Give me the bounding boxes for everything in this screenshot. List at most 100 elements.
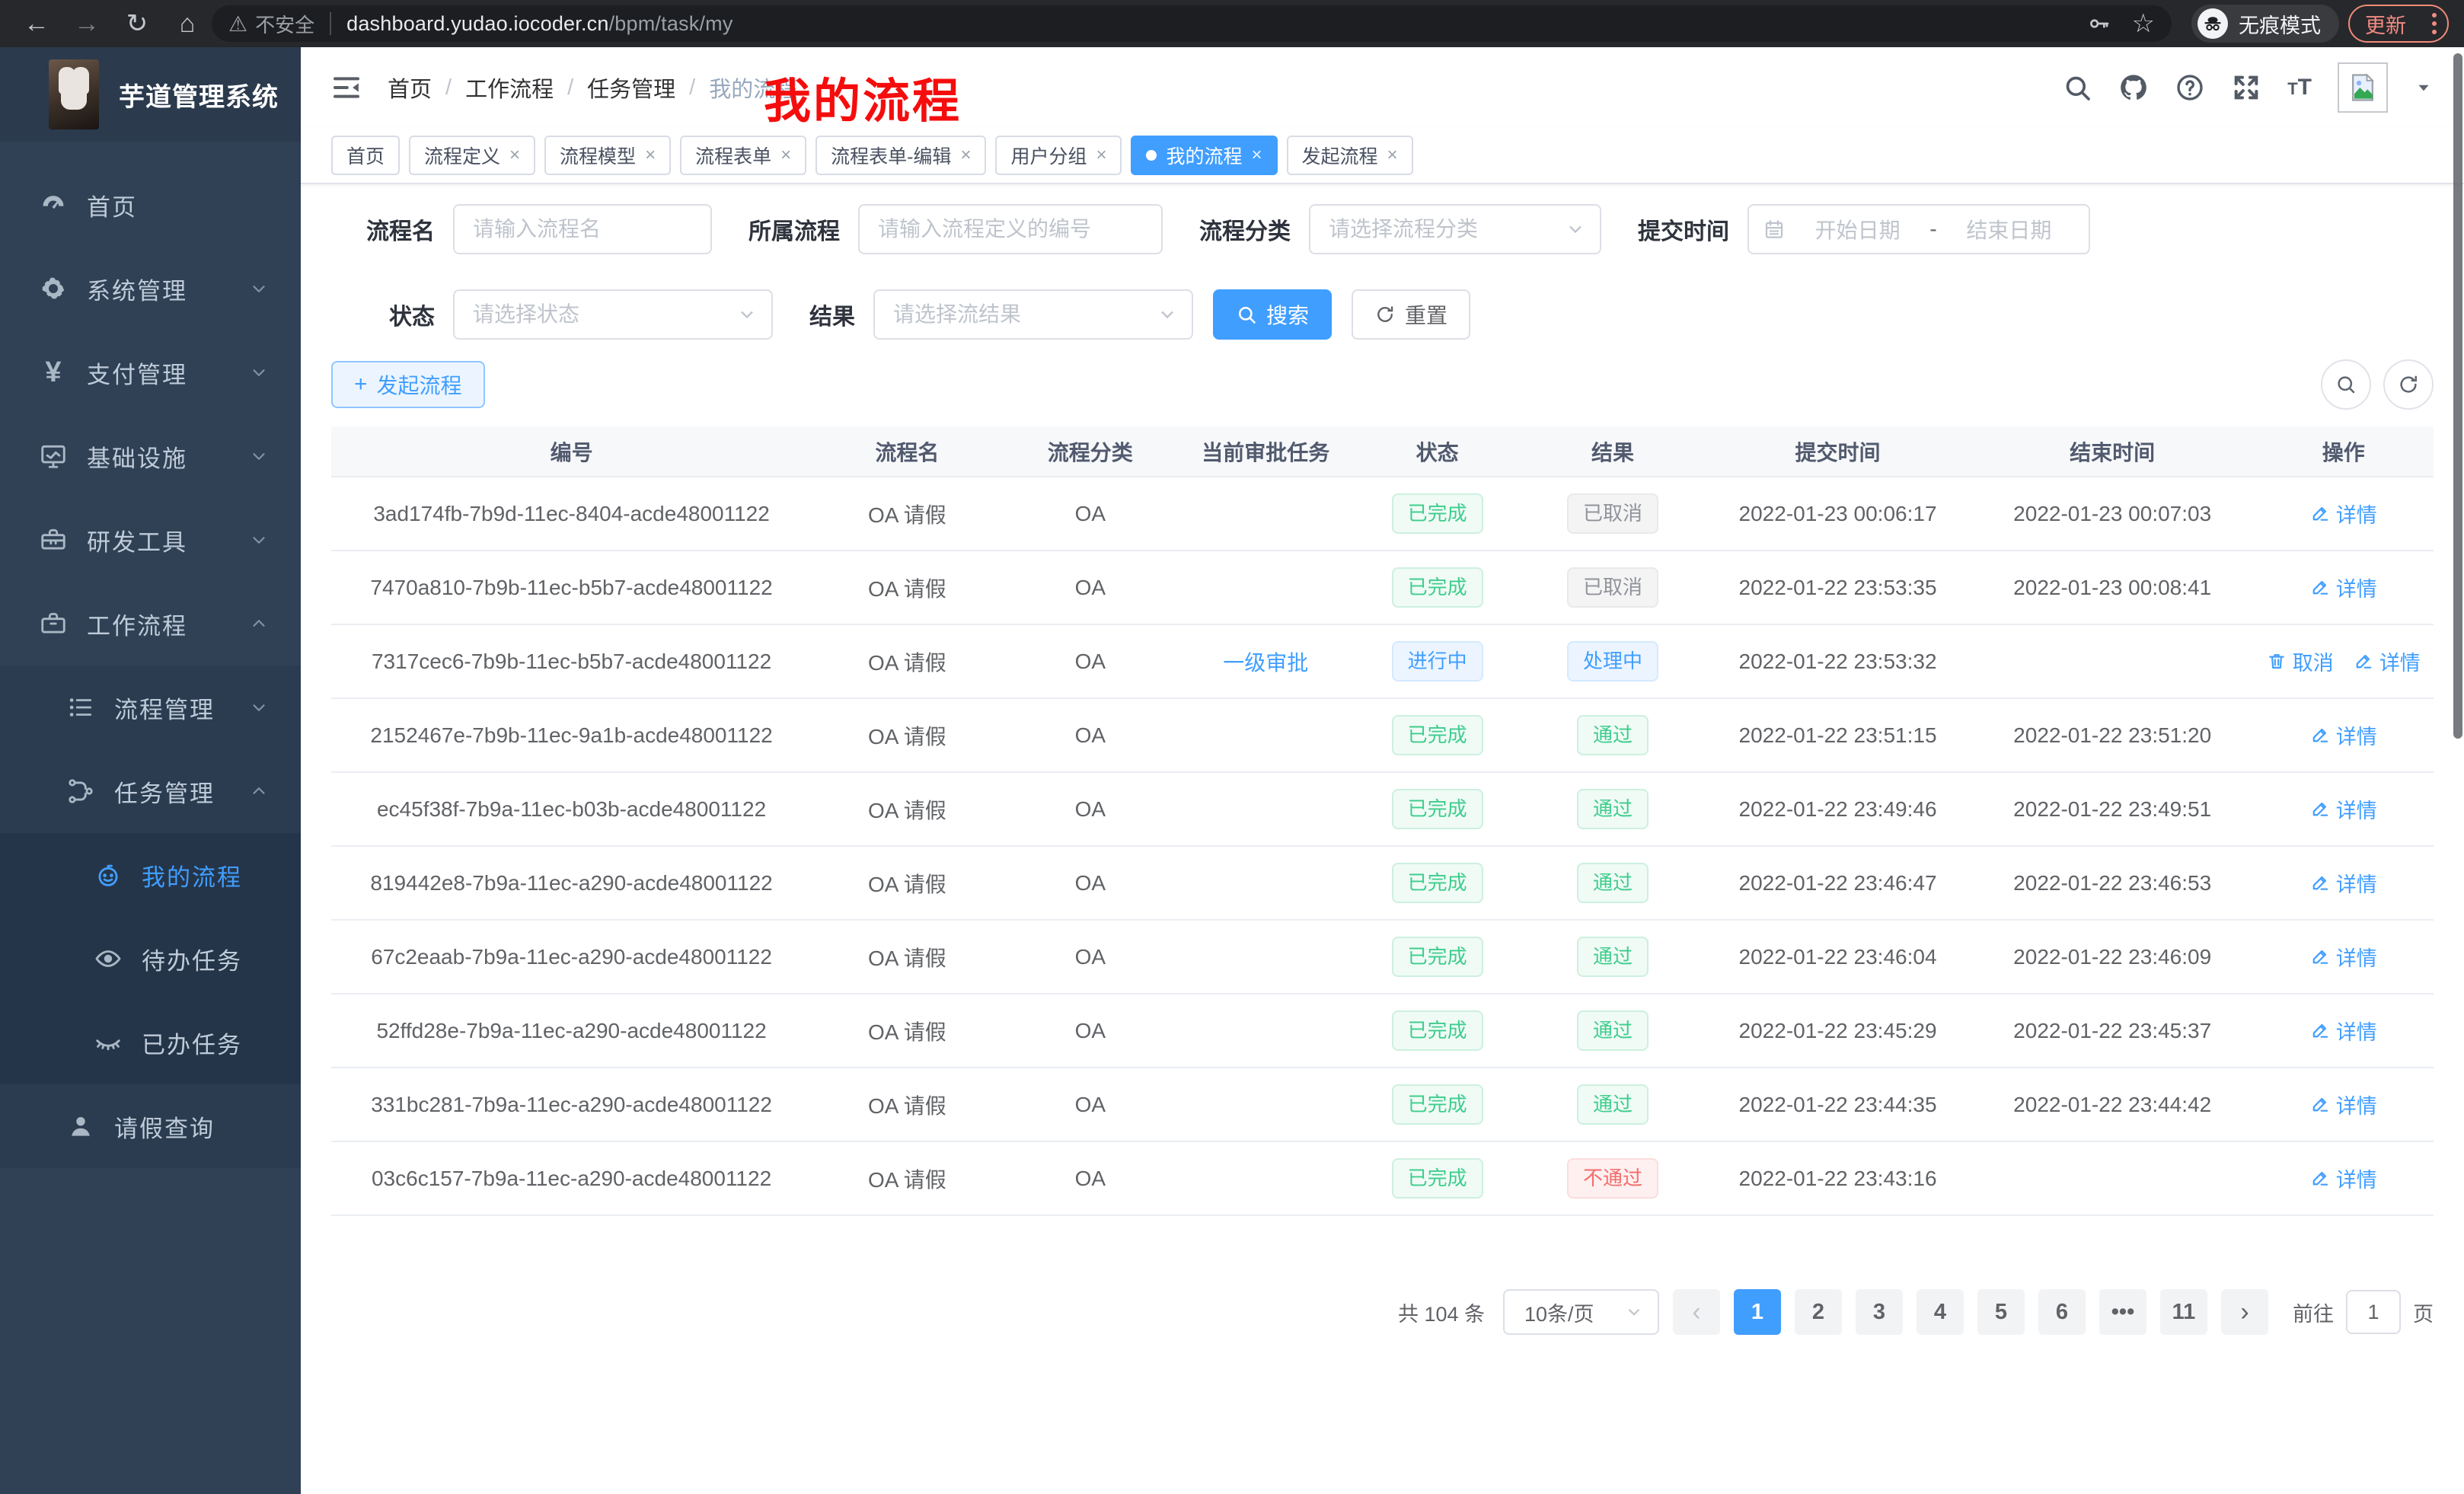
close-icon[interactable]: × [1096, 145, 1106, 166]
page-button-2[interactable]: 2 [1795, 1289, 1842, 1335]
next-page-button[interactable]: › [2221, 1289, 2268, 1335]
close-icon[interactable]: × [645, 145, 656, 166]
prev-page-button[interactable]: ‹ [1673, 1289, 1720, 1335]
kebab-menu-icon[interactable] [2432, 13, 2437, 34]
tab-流程表单-编辑[interactable]: 流程表单-编辑× [815, 136, 986, 175]
sidebar-item-infra[interactable]: 基础设施 [0, 414, 301, 498]
github-icon[interactable] [2118, 72, 2149, 103]
table-search-button[interactable] [2321, 359, 2371, 410]
tab-我的流程[interactable]: 我的流程× [1131, 136, 1277, 175]
tab-发起流程[interactable]: 发起流程× [1287, 136, 1413, 175]
table-row: 52ffd28e-7b9a-11ec-a290-acde48001122OA 请… [331, 994, 2434, 1068]
app-logo[interactable]: 芋道管理系统 [0, 47, 301, 142]
breadcrumb-workflow[interactable]: 工作流程 [465, 72, 554, 104]
detail-link[interactable]: 详情 [2310, 794, 2377, 824]
breadcrumb-home[interactable]: 首页 [388, 72, 432, 104]
page-button-3[interactable]: 3 [1856, 1289, 1903, 1335]
sidebar-item-leave-query[interactable]: 请假查询 [0, 1084, 301, 1168]
avatar-caret-icon[interactable] [2414, 78, 2434, 97]
detail-link[interactable]: 详情 [2310, 1016, 2377, 1045]
page-size-select[interactable]: 10条/页 [1503, 1289, 1659, 1335]
page-ellipsis[interactable]: ••• [2099, 1289, 2146, 1335]
tab-流程定义[interactable]: 流程定义× [409, 136, 535, 175]
detail-link[interactable]: 详情 [2310, 499, 2377, 528]
sidebar-item-my-process[interactable]: 我的流程 [0, 833, 301, 917]
close-icon[interactable]: × [509, 145, 520, 166]
detail-link[interactable]: 详情 [2354, 646, 2421, 676]
submit-time: 2022-01-22 23:44:35 [1704, 1068, 1971, 1141]
reset-button[interactable]: 重置 [1352, 289, 1470, 340]
page-button-1[interactable]: 1 [1734, 1289, 1781, 1335]
tab-首页[interactable]: 首页 [331, 136, 400, 175]
sidebar-item-system[interactable]: 系统管理 [0, 247, 301, 330]
filter-row-2: 状态 结果 搜索 重置 [331, 289, 2434, 340]
detail-link[interactable]: 详情 [2310, 868, 2377, 898]
search-icon [1236, 304, 1257, 325]
detail-link[interactable]: 详情 [2310, 720, 2377, 750]
tab-用户分组[interactable]: 用户分组× [995, 136, 1122, 175]
current-task [1178, 994, 1353, 1068]
sidebar-item-done-tasks[interactable]: 已办任务 [0, 1001, 301, 1084]
sidebar-item-devtools[interactable]: 研发工具 [0, 498, 301, 582]
sidebar-item-task-mgmt[interactable]: 任务管理 [0, 749, 301, 833]
page-scrollbar[interactable] [2453, 53, 2462, 739]
bookmark-star-icon[interactable]: ☆ [2132, 8, 2155, 39]
close-icon[interactable]: × [1252, 145, 1262, 166]
process-definition-input[interactable] [858, 204, 1163, 254]
browser-update-button[interactable]: 更新 [2348, 5, 2449, 43]
create-process-button[interactable]: + 发起流程 [331, 361, 485, 408]
browser-home-icon[interactable]: ⌂ [168, 4, 207, 43]
detail-link[interactable]: 详情 [2310, 942, 2377, 972]
goto-page-input[interactable] [2346, 1290, 2401, 1334]
font-size-icon[interactable]: TT [2287, 75, 2312, 101]
sidebar-item-payment[interactable]: ¥支付管理 [0, 330, 301, 414]
monitor-icon [37, 442, 70, 471]
tab-流程模型[interactable]: 流程模型× [544, 136, 671, 175]
submit-time-range-picker[interactable]: 开始日期 - 结束日期 [1747, 204, 2090, 254]
search-icon[interactable] [2062, 72, 2092, 103]
detail-link[interactable]: 详情 [2310, 1164, 2377, 1193]
detail-link[interactable]: 详情 [2310, 1090, 2377, 1119]
page-button-5[interactable]: 5 [1977, 1289, 2025, 1335]
address-bar[interactable]: ⚠ 不安全 dashboard.yudao.iocoder.cn/bpm/tas… [212, 5, 2172, 42]
detail-link[interactable]: 详情 [2310, 573, 2377, 602]
browser-reload-icon[interactable]: ↻ [117, 4, 157, 43]
browser-forward-icon[interactable]: → [67, 4, 107, 43]
result-select[interactable] [873, 289, 1193, 340]
process-name-input[interactable] [453, 204, 712, 254]
process-name: OA 请假 [812, 772, 1002, 846]
close-icon[interactable]: × [780, 145, 791, 166]
pagination: 共 104 条 10条/页 ‹ 123456•••11 › 前往 页 [331, 1289, 2434, 1335]
page-button-4[interactable]: 4 [1917, 1289, 1964, 1335]
process-name: OA 请假 [812, 920, 1002, 994]
close-icon[interactable]: × [960, 145, 971, 166]
process-id: 819442e8-7b9a-11ec-a290-acde48001122 [331, 846, 812, 920]
breadcrumb-task[interactable]: 任务管理 [587, 72, 675, 104]
task-link[interactable]: 一级审批 [1223, 651, 1308, 675]
submit-time: 2022-01-22 23:45:29 [1704, 994, 1971, 1068]
sidebar-collapse-icon[interactable] [331, 72, 362, 103]
status-badge: 进行中 [1392, 641, 1483, 682]
sidebar-item-process-mgmt[interactable]: 流程管理 [0, 666, 301, 749]
key-icon[interactable] [2086, 11, 2111, 36]
fullscreen-icon[interactable] [2231, 72, 2261, 103]
sidebar-item-home[interactable]: 首页 [0, 163, 301, 247]
list-toolbar: + 发起流程 [331, 359, 2434, 410]
end-time [1971, 624, 2254, 698]
cancel-link[interactable]: 取消 [2267, 646, 2334, 676]
sidebar-item-workflow[interactable]: 工作流程 [0, 582, 301, 666]
close-icon[interactable]: × [1387, 145, 1398, 166]
table-refresh-button[interactable] [2383, 359, 2434, 410]
page-button-11[interactable]: 11 [2160, 1289, 2207, 1335]
help-icon[interactable] [2175, 72, 2205, 103]
tab-流程表单[interactable]: 流程表单× [680, 136, 806, 175]
browser-back-icon[interactable]: ← [17, 4, 56, 43]
search-button[interactable]: 搜索 [1213, 289, 1332, 340]
avatar[interactable] [2338, 62, 2388, 113]
category-select[interactable] [1309, 204, 1601, 254]
list-icon [64, 693, 97, 722]
status-select[interactable] [453, 289, 773, 340]
page-button-6[interactable]: 6 [2038, 1289, 2086, 1335]
sidebar-item-todo-tasks[interactable]: 待办任务 [0, 917, 301, 1001]
end-time: 2022-01-22 23:51:20 [1971, 698, 2254, 772]
